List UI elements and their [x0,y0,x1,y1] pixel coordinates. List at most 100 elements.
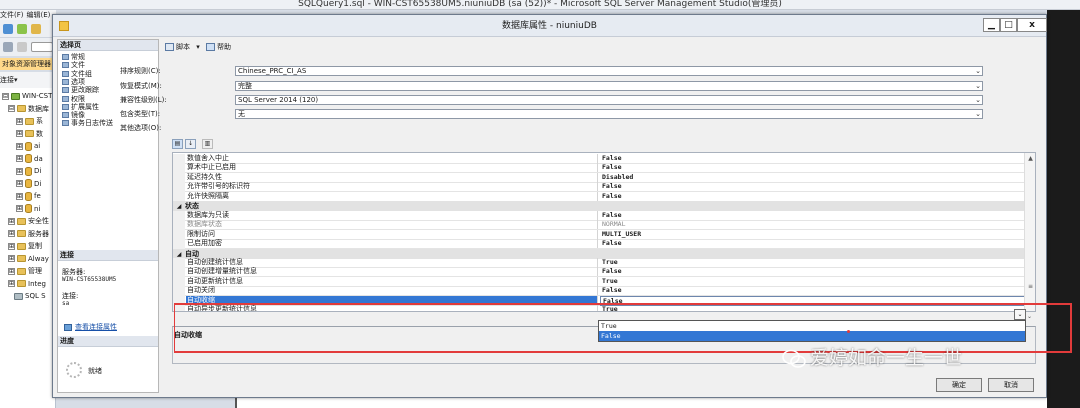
expand-icon[interactable]: ⊞ [16,180,23,187]
connect-button[interactable]: 连接▾ [0,76,18,84]
property-name[interactable]: 限制访问 [186,229,598,239]
tree-node[interactable]: ⊞ Di [16,165,41,177]
expand-icon[interactable]: ⊞ [8,280,15,287]
compatibility-level-combo[interactable]: SQL Server 2014 (120) ⌄ [235,95,983,105]
property-name[interactable]: 自动异步更新统计信息 [186,305,598,311]
property-name[interactable]: 自动创建统计信息 [186,257,598,267]
page-item[interactable]: 扩展属性 [62,103,99,111]
containment-type-combo[interactable]: 无 ⌄ [235,109,983,119]
property-name[interactable]: 数据库为只读 [186,210,598,220]
page-item[interactable]: 权限 [62,95,85,103]
tree-node[interactable]: ⊟ 数据库 [8,103,49,115]
property-grid-scrollbar[interactable]: ▲ ≡ [1024,153,1035,311]
property-value[interactable]: True [600,277,1025,286]
property-name[interactable]: 已启用加密 [186,239,598,249]
collapse-icon[interactable]: ⊟ [2,92,9,100]
tree-node[interactable]: ⊞ 系 [16,115,43,127]
database-combo[interactable] [31,42,53,52]
tree-node[interactable]: ⊟ WIN-CST [2,90,52,102]
menu-edit[interactable]: 编辑(E) [27,11,51,19]
property-value[interactable]: True [600,305,1025,311]
expand-icon[interactable]: ⊞ [16,142,23,150]
expand-icon[interactable]: ⊞ [8,267,15,275]
script-dropdown-arrow[interactable]: ▾ [196,43,200,51]
expand-icon[interactable]: ⊞ [16,130,23,137]
collation-combo[interactable]: Chinese_PRC_CI_AS ⌄ [235,66,983,76]
property-value[interactable]: MULTI_USER [600,230,1025,239]
expand-icon[interactable]: ⊞ [16,155,23,162]
property-name[interactable]: 数值舍入中止 [186,154,598,163]
page-item[interactable]: 选项 [62,78,85,86]
expand-icon[interactable]: ⊞ [8,217,15,225]
ok-button[interactable]: 确定 [936,378,982,392]
page-item[interactable]: 常规 [62,53,85,61]
property-value[interactable]: Disabled [600,173,1025,182]
expand-icon[interactable]: ⊞ [8,230,15,237]
page-item[interactable]: 更改跟踪 [62,86,99,94]
property-name[interactable]: 允许快照隔离 [186,191,598,201]
property-value[interactable]: False [600,163,1025,172]
expand-icon[interactable]: ⊞ [16,192,23,200]
minimize-button[interactable]: ▁ [983,18,1000,32]
tree-node[interactable]: ⊞ 复制 [8,240,42,252]
property-name[interactable]: 允许带引号的标识符 [186,182,598,192]
expand-icon[interactable]: ⊞ [16,167,23,175]
recovery-model-combo[interactable]: 完整 ⌄ [235,81,983,91]
tree-node[interactable]: ⊞ 管理 [8,265,42,277]
script-button[interactable]: 脚本 [176,43,190,51]
help-button[interactable]: 帮助 [217,43,231,51]
tree-node[interactable]: ⊞ Alway [8,253,49,265]
property-name[interactable]: 自动收缩 [186,295,598,305]
property-row[interactable]: 自动异步更新统计信息 True [173,305,1025,311]
property-name[interactable]: 自动关闭 [186,286,598,296]
property-value[interactable]: True [600,258,1025,267]
expand-icon[interactable]: ⊞ [8,255,15,262]
menu-file[interactable]: 文件(F) [0,11,24,19]
tree-node[interactable]: SQL S [14,290,46,302]
chevron-down-icon[interactable]: ⌄ [975,67,981,75]
maximize-button[interactable]: □ [1000,18,1017,32]
new-query-icon[interactable] [3,24,13,34]
chevron-down-icon[interactable]: ⌄ [975,82,981,90]
dropdown-option[interactable]: False [599,331,1025,341]
expand-icon[interactable]: ⊞ [8,242,15,250]
scroll-up-icon[interactable]: ▲ [1026,154,1035,163]
tree-node[interactable]: ⊞ ai [16,140,40,152]
chevron-down-icon[interactable]: ⌄ [975,110,981,118]
categorized-icon[interactable]: ▤ [172,139,183,149]
page-item[interactable]: 文件组 [62,70,92,78]
tree-node[interactable]: ⊞ 服务器 [8,228,49,240]
expand-icon[interactable]: ⊞ [16,117,23,125]
property-name[interactable]: 自动更新统计信息 [186,276,598,286]
property-value[interactable]: False [600,211,1025,220]
page-item[interactable]: 镜像 [62,111,85,119]
property-value[interactable]: False [600,239,1025,248]
property-pages-icon[interactable]: ▥ [202,139,213,149]
property-value[interactable]: NORMAL [600,220,1025,229]
expand-icon[interactable]: ⊞ [16,205,23,212]
open-icon[interactable] [31,24,41,34]
alphabetical-icon[interactable]: ↓ [185,139,196,149]
close-button[interactable]: x [1017,18,1047,32]
property-name[interactable]: 延迟持久性 [186,172,598,182]
tree-node[interactable]: ⊞ ni [16,203,40,215]
db-selector-icon[interactable] [3,42,13,52]
tree-node[interactable]: ⊞ Di [16,178,41,190]
property-name[interactable]: 自动创建增量统计信息 [186,267,598,277]
add-icon[interactable] [17,24,27,34]
dropdown-option[interactable]: True [599,321,1025,331]
property-value[interactable]: False [600,286,1025,295]
scrollbar-grip-icon[interactable]: ≡ [1027,283,1034,290]
view-connection-properties-label[interactable]: 查看连接属性 [75,323,117,331]
tree-node[interactable]: ⊞ da [16,153,43,165]
cancel-button[interactable]: 取消 [988,378,1034,392]
property-value[interactable]: False [600,192,1025,201]
tree-node[interactable]: ⊞ fe [16,190,41,202]
property-value[interactable]: False [600,182,1025,191]
property-value[interactable]: False [600,154,1025,163]
property-name[interactable]: 算术中止已启用 [186,163,598,173]
execute-icon[interactable] [17,42,27,52]
property-value[interactable]: False [600,267,1025,276]
tree-node[interactable]: ⊞ Integ [8,278,46,290]
tree-node[interactable]: ⊞ 数 [16,128,43,140]
